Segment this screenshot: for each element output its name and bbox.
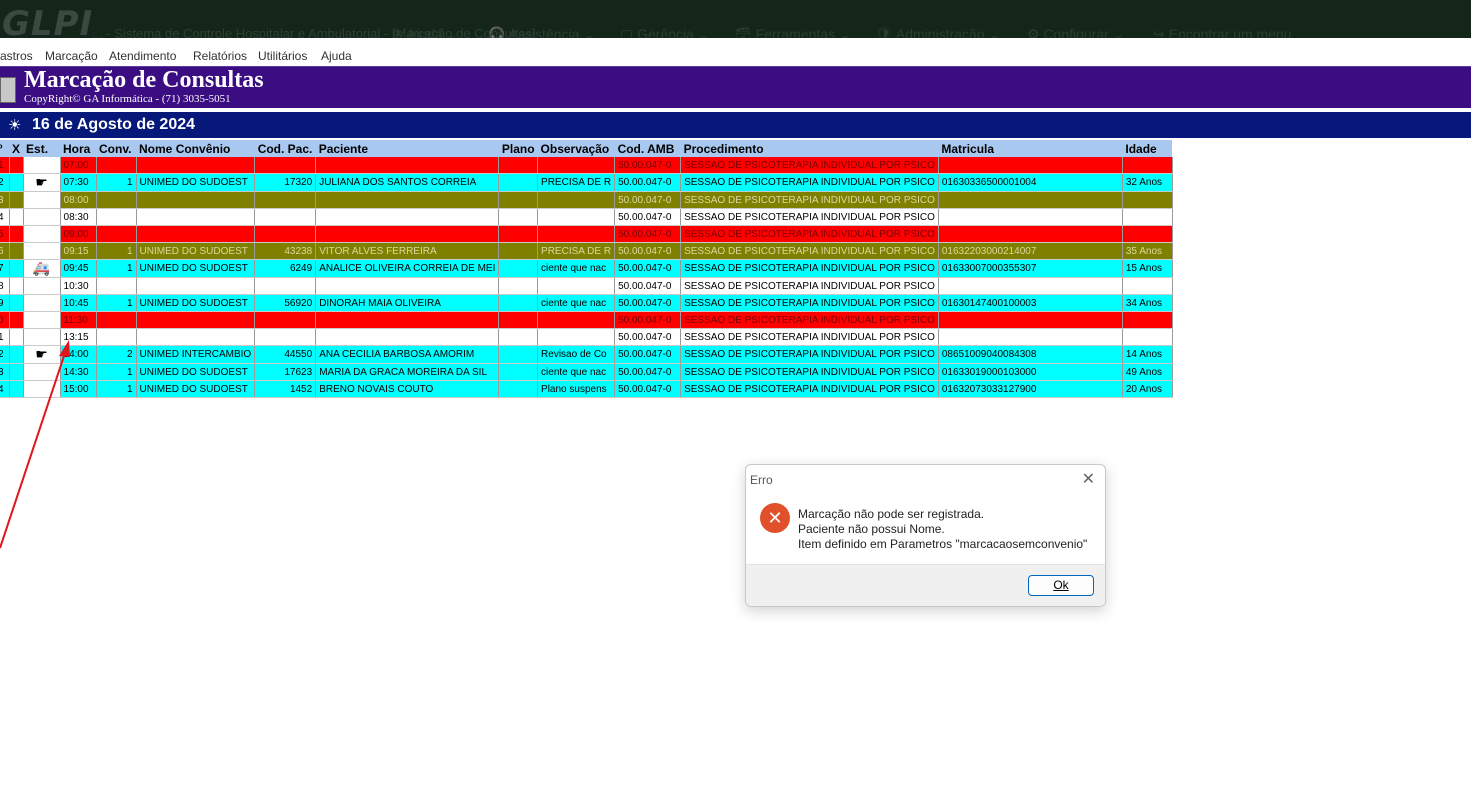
dialog-footer: Ok [746, 564, 1105, 606]
close-icon[interactable]: ✕ [1082, 469, 1095, 489]
arrow-line [0, 349, 67, 549]
arrow-head [59, 340, 70, 357]
dialog-line-3: Item definido em Parametros "marcacaosem… [798, 537, 1088, 551]
ok-button[interactable]: Ok [1028, 575, 1094, 596]
dialog-line-2: Paciente não possui Nome. [798, 522, 945, 536]
error-x-icon: ✕ [760, 503, 790, 533]
dialog-title: Erro [750, 473, 773, 487]
error-dialog: Erro ✕ ✕ Marcação não pode ser registrad… [745, 464, 1106, 607]
dialog-message: Marcação não pode ser registrada. Pacien… [798, 507, 1087, 552]
annotation-arrow [0, 340, 70, 549]
dialog-line-1: Marcação não pode ser registrada. [798, 507, 985, 521]
